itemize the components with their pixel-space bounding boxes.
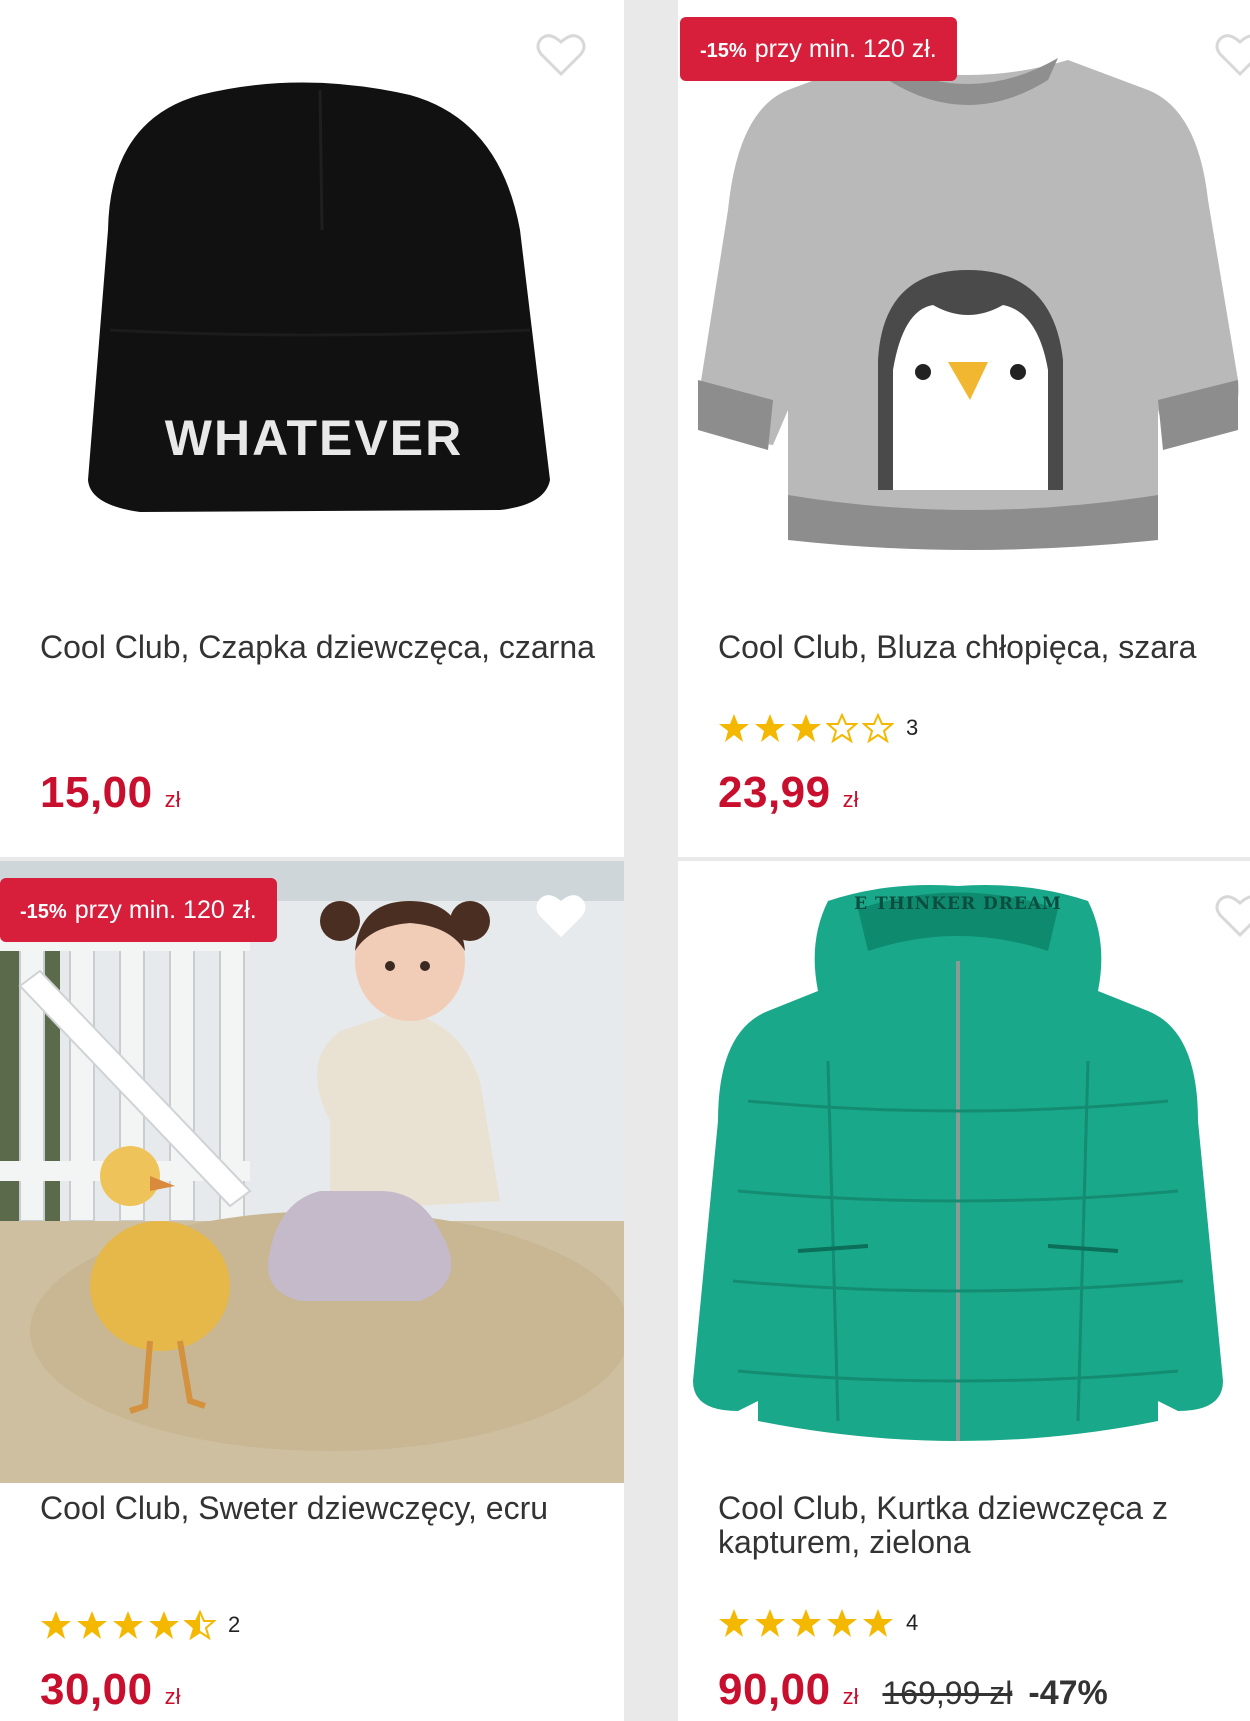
product-image[interactable] [0,861,624,1483]
star-icon [719,1609,749,1637]
heart-filled-icon[interactable] [535,891,587,939]
product-title[interactable]: Cool Club, Sweter dziewczęcy, ecru [40,1491,604,1525]
star-icon [41,1611,71,1639]
promo-text: przy min. 120 zł. [74,896,257,924]
star-icon [791,714,821,742]
rating-count: 4 [906,1610,919,1635]
star-icon [827,1609,857,1637]
star-icon [719,714,749,742]
rating: 2 [40,1607,240,1643]
promo-percent: -15% [20,901,67,923]
product-card[interactable]: WHATEVER Cool Club, Czapka dziewczęca, c… [0,0,624,857]
price-value: 30,00 [40,1665,153,1714]
product-image[interactable]: WHATEVER [0,0,624,560]
rating: 4 [718,1605,918,1641]
star-icon [755,714,785,742]
heart-outline-icon[interactable] [1214,30,1250,78]
star-icon [77,1611,107,1639]
product-price: 30,00 zł [40,1665,181,1715]
beanie-print-text: WHATEVER [165,410,463,466]
star-icon [755,1609,785,1637]
hood-print-text: E THINKER DREAM [854,894,1062,914]
star-icon [791,1609,821,1637]
rating-count: 3 [906,715,919,740]
price-currency: zł [164,1684,181,1709]
product-price: 90,00 zł 169,99 zł -47% [718,1665,1108,1715]
rating: 3 [718,710,918,746]
promo-percent: -15% [700,40,747,62]
product-title[interactable]: Cool Club, Kurtka dziewczęca z kapturem,… [718,1491,1230,1559]
price-currency: zł [842,787,859,812]
star-outline-icon [862,712,894,744]
old-price: 169,99 zł [882,1675,1013,1711]
star-icon [113,1611,143,1639]
product-title[interactable]: Cool Club, Bluza chłopięca, szara [718,630,1230,664]
star-outline-icon [826,712,858,744]
price-value: 23,99 [718,768,831,817]
product-card[interactable]: -15% przy min. 120 zł. Cool Club, Sweter … [0,861,624,1721]
child-with-duckling-photo [0,861,624,1483]
price-currency: zł [164,787,181,812]
rating-count: 2 [228,1612,241,1637]
heart-outline-icon[interactable] [1214,891,1250,939]
promo-badge: -15% przy min. 120 zł. [0,878,277,942]
product-card[interactable]: E THINKER DREAM Cool Club, Kurtka dziewc… [678,861,1250,1721]
price-value: 15,00 [40,768,153,817]
product-image[interactable] [678,0,1250,560]
green-jacket-illustration: E THINKER DREAM [678,861,1250,1483]
product-price: 23,99 zł [718,768,859,818]
product-image[interactable]: E THINKER DREAM [678,861,1250,1483]
star-icon [149,1611,179,1639]
beanie-illustration: WHATEVER [0,0,624,560]
heart-outline-icon[interactable] [535,30,587,78]
product-price: 15,00 zł [40,768,181,818]
product-title[interactable]: Cool Club, Czapka dziewczęca, czarna [40,630,604,664]
discount-badge: -47% [1028,1674,1108,1712]
star-icon [863,1609,893,1637]
penguin-sweatshirt-illustration [678,0,1250,560]
product-card[interactable]: -15% przy min. 120 zł. Cool Club, Bluza c… [678,0,1250,857]
price-currency: zł [842,1684,859,1709]
promo-badge: -15% przy min. 120 zł. [680,17,957,81]
promo-text: przy min. 120 zł. [754,35,937,63]
star-half-icon [184,1609,216,1641]
price-value: 90,00 [718,1665,831,1714]
